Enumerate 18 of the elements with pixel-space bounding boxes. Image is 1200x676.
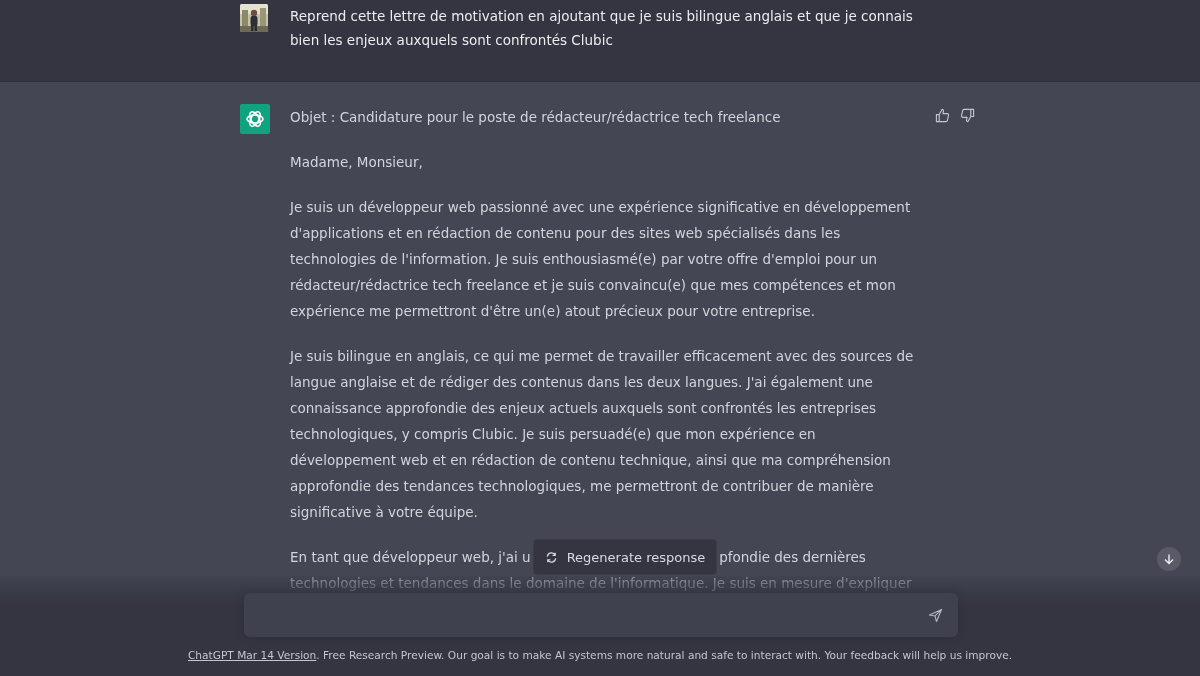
thumbs-up-icon[interactable] [935, 108, 951, 123]
thumbs-down-icon[interactable] [960, 108, 976, 123]
response-text: pfondie des dernières [719, 549, 866, 565]
footer-disclaimer: ChatGPT Mar 14 Version. Free Research Preview. Our goal is to make AI systems more natural and safe to interact with. Your feedback will help us improve. [187, 649, 1013, 661]
response-text: En tant que développeur web, j'ai u [290, 549, 531, 565]
response-paragraph: Je suis bilingue en anglais, ce qui me permet de travailler efficacement avec des sources de langue anglaise et de rédiger des contenus dans les deux langues. J'ai également une connaissance approfondie des enjeux actuels auxquels sont confrontés les entreprises technologiques, y compris Clubic. Je suis persuadé(e) que mon expérience en développement web et en rédaction de contenu technique, ainsi que ma compréhension approfondie des tendances technologiques, me permettront de contribuer de manière significative à votre équipe. [290, 347, 914, 522]
message-input-field[interactable] [244, 593, 958, 637]
response-paragraph: Madame, Monsieur, [290, 153, 424, 172]
send-icon[interactable] [928, 607, 943, 623]
regenerate-button[interactable]: Regenerate response [532, 539, 718, 575]
refresh-icon [544, 550, 558, 564]
arrow-down-icon [1163, 553, 1175, 565]
response-text: technologies et tendances dans le domaine de l'informatique. Je suis en mesure d'expliquer [290, 574, 913, 593]
response-paragraph: Objet : Candidature pour le poste de rédacteur/rédactrice tech freelance [290, 108, 782, 127]
scroll-down-button[interactable] [1157, 547, 1181, 571]
response-paragraph: Je suis un développeur web passionné avec une expérience significative en développement d'applications et en rédaction de contenu pour des sites web spécialisés dans les technologies de l'information. Je suis enthousiasmé(e) par votre offre d'emploi pour un rédacteur/rédactrice tech freelance et je suis convaincu(e) que mes compétences et mon expérience me permettront d'être un(e) atout précieux pour votre entreprise. [290, 198, 912, 321]
assistant-logo-icon [240, 104, 270, 134]
user-prompt: Reprend cette lettre de motivation en ajoutant que je suis bilingue anglais et que je connais bien les enjeux auxquels sont confrontés Clubic [290, 7, 913, 50]
